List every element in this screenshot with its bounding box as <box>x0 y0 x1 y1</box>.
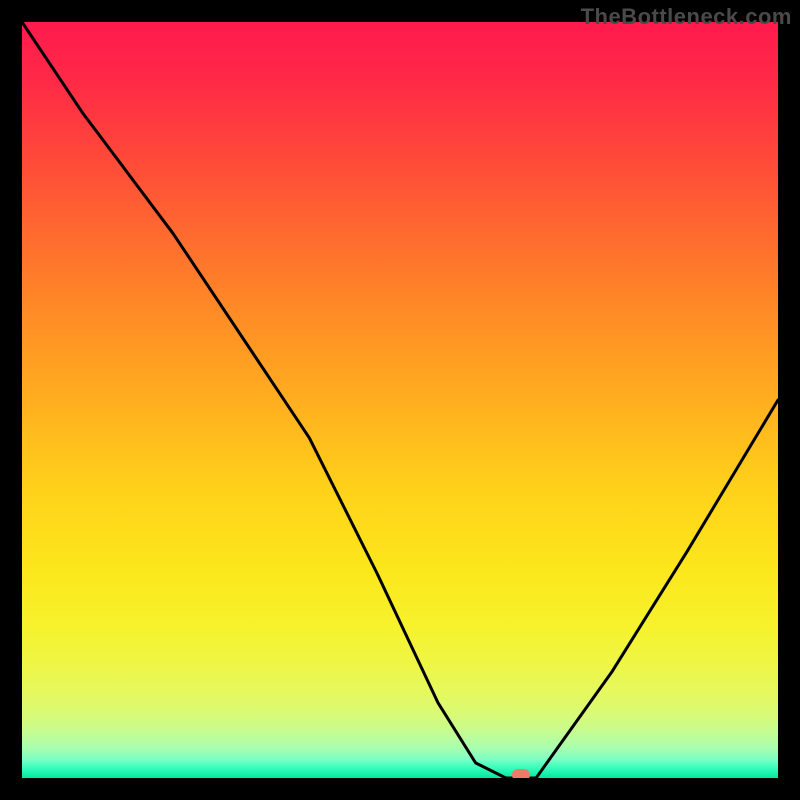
optimal-point-marker <box>512 769 530 778</box>
bottleneck-curve <box>22 22 778 778</box>
chart-frame: TheBottleneck.com <box>0 0 800 800</box>
plot-area <box>22 22 778 778</box>
watermark-text: TheBottleneck.com <box>581 4 792 30</box>
